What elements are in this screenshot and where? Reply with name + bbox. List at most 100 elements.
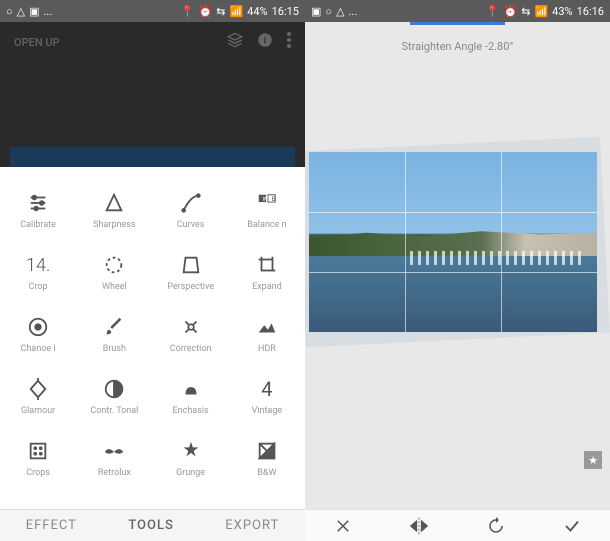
action-bar bbox=[305, 509, 610, 541]
mode-indicator bbox=[305, 22, 610, 26]
bottom-tabs: EFFECT TOOLS EXPORT bbox=[0, 509, 305, 541]
tool-label: Enchasis bbox=[173, 406, 209, 416]
alarm-icon: ⏰ bbox=[504, 5, 518, 18]
status-bar-left: ○ △ ▣ ... 📍 ⏰ ⇆ 📶 44% 16:15 bbox=[0, 0, 305, 22]
tool-label: Sharpness bbox=[93, 220, 135, 230]
vintage-icon: 4 bbox=[261, 376, 272, 402]
tools-grid: Calibrate Sharpness Curves WB Balance n 1… bbox=[0, 167, 305, 487]
wheel-icon bbox=[103, 252, 125, 278]
notif-icon: △ bbox=[336, 5, 344, 18]
tool-enchasis[interactable]: Enchasis bbox=[153, 365, 229, 427]
tool-label: Perspective bbox=[167, 282, 214, 292]
photo-image bbox=[309, 152, 597, 332]
tool-expand[interactable]: Expand bbox=[229, 241, 305, 303]
expand-icon bbox=[256, 252, 278, 278]
selective-icon bbox=[27, 314, 49, 340]
tool-label: Crops bbox=[26, 468, 50, 478]
tool-selective[interactable]: Chanoe i bbox=[0, 303, 76, 365]
location-icon: 📍 bbox=[181, 5, 195, 18]
photo-canvas[interactable] bbox=[309, 152, 597, 332]
tool-curves[interactable]: Curves bbox=[153, 179, 229, 241]
time-text: 16:15 bbox=[272, 5, 299, 18]
confirm-button[interactable] bbox=[552, 517, 592, 535]
rotate-button[interactable] bbox=[476, 517, 516, 535]
tool-label: Balance n bbox=[247, 220, 286, 230]
notif-icon: ▣ bbox=[29, 5, 39, 18]
tab-tools[interactable]: TOOLS bbox=[128, 518, 174, 533]
tool-label: Retrolux bbox=[98, 468, 131, 478]
tab-effect[interactable]: EFFECT bbox=[26, 518, 77, 533]
location-icon: 📍 bbox=[486, 5, 500, 18]
calibrate-icon bbox=[27, 190, 49, 216]
tool-correction[interactable]: Correction bbox=[153, 303, 229, 365]
alarm-icon: ⏰ bbox=[199, 5, 213, 18]
enchasis-icon bbox=[180, 376, 202, 402]
crop-icon: 14. bbox=[26, 252, 50, 278]
tool-grunge[interactable]: Grunge bbox=[153, 427, 229, 487]
wifi-icon: ⇆ bbox=[216, 5, 225, 18]
signal-icon: 📶 bbox=[534, 5, 548, 18]
battery-text: 43% bbox=[552, 5, 572, 18]
grunge-icon bbox=[180, 438, 202, 464]
cancel-button[interactable] bbox=[323, 517, 363, 535]
tool-wheel[interactable]: Wheel bbox=[76, 241, 152, 303]
left-screenshot: ○ △ ▣ ... 📍 ⏰ ⇆ 📶 44% 16:15 OPEN UP i Ca… bbox=[0, 0, 305, 541]
tool-retro[interactable]: Retrolux bbox=[76, 427, 152, 487]
tool-label: Wheel bbox=[102, 282, 127, 292]
brush-icon bbox=[103, 314, 125, 340]
tool-label: Correction bbox=[170, 344, 212, 354]
app-title: OPEN UP bbox=[14, 36, 60, 49]
notif-icon: ○ bbox=[6, 5, 13, 18]
layers-icon[interactable] bbox=[227, 32, 243, 52]
tool-sharpness[interactable]: Sharpness bbox=[76, 179, 152, 241]
mustache-icon bbox=[103, 438, 125, 464]
photo-preview-collapsed: OPEN UP i bbox=[0, 22, 305, 167]
balance-icon: WB bbox=[256, 190, 278, 216]
tool-label: Grunge bbox=[176, 468, 205, 478]
time-text: 16:16 bbox=[577, 5, 604, 18]
tool-glamour[interactable]: Glamour bbox=[0, 365, 76, 427]
sharpness-icon bbox=[103, 190, 125, 216]
frame-icon bbox=[27, 438, 49, 464]
battery-text: 44% bbox=[247, 5, 267, 18]
tool-crop[interactable]: 14.Crop bbox=[0, 241, 76, 303]
tool-balance[interactable]: WB Balance n bbox=[229, 179, 305, 241]
glamour-icon bbox=[27, 376, 49, 402]
curves-icon bbox=[180, 190, 202, 216]
straighten-editor: Straighten Angle -2.80° ★ bbox=[305, 22, 610, 509]
tool-vintage[interactable]: 4Vintage bbox=[229, 365, 305, 427]
perspective-icon bbox=[180, 252, 202, 278]
tool-label: Curves bbox=[177, 220, 205, 230]
bw-icon bbox=[256, 438, 278, 464]
tool-label: Brush bbox=[103, 344, 126, 354]
tool-perspective[interactable]: Perspective bbox=[153, 241, 229, 303]
wifi-icon: ⇆ bbox=[521, 5, 530, 18]
tool-brush[interactable]: Brush bbox=[76, 303, 152, 365]
tab-export[interactable]: EXPORT bbox=[225, 518, 279, 533]
tonal-icon bbox=[103, 376, 125, 402]
svg-text:W: W bbox=[262, 195, 268, 203]
tool-label: B&W bbox=[257, 468, 276, 478]
tool-label: HDR bbox=[258, 344, 276, 354]
right-screenshot: ▣ ○ △ ... 📍 ⏰ ⇆ 📶 43% 16:16 Straighten A… bbox=[305, 0, 610, 541]
tool-tonal[interactable]: Contr. Tonal bbox=[76, 365, 152, 427]
more-icon[interactable] bbox=[287, 32, 291, 52]
notif-more: ... bbox=[44, 5, 53, 18]
notif-icon: ▣ bbox=[311, 5, 321, 18]
svg-text:i: i bbox=[264, 35, 266, 46]
tool-label: Contr. Tonal bbox=[90, 406, 138, 416]
flip-button[interactable] bbox=[399, 517, 439, 535]
tool-bw[interactable]: B&W bbox=[229, 427, 305, 487]
correction-icon bbox=[180, 314, 202, 340]
notif-more: ... bbox=[349, 5, 358, 18]
tool-label: Glamour bbox=[21, 406, 55, 416]
notif-icon: ○ bbox=[325, 5, 332, 18]
tool-label: Chanoe i bbox=[21, 344, 56, 354]
tool-calibrate[interactable]: Calibrate bbox=[0, 179, 76, 241]
tool-hdr[interactable]: HDR bbox=[229, 303, 305, 365]
info-icon[interactable]: i bbox=[257, 32, 273, 52]
hdr-icon bbox=[256, 314, 278, 340]
favorite-badge[interactable]: ★ bbox=[584, 451, 602, 469]
straighten-readout: Straighten Angle -2.80° bbox=[305, 26, 610, 67]
tool-crops2[interactable]: Crops bbox=[0, 427, 76, 487]
